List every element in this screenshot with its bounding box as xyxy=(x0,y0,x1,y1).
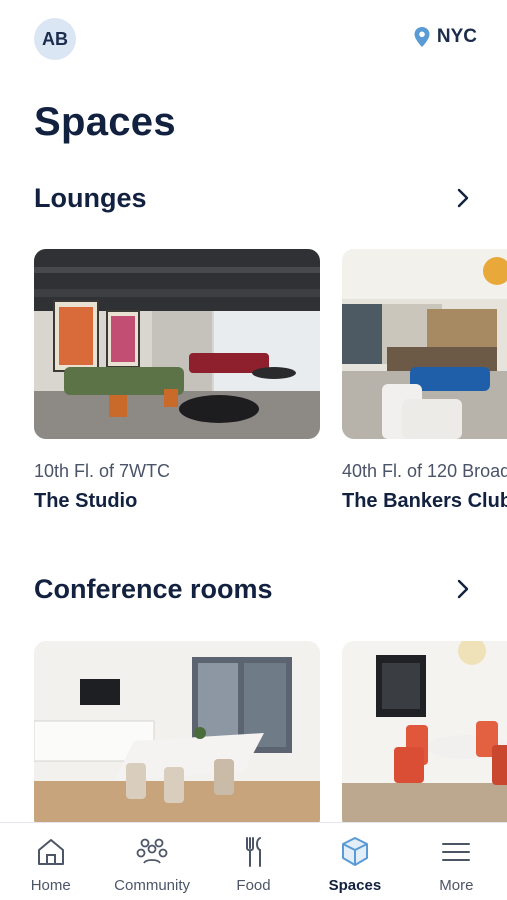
section-header-conference-rooms[interactable]: Conference rooms xyxy=(34,571,474,607)
tab-label: Food xyxy=(236,877,271,894)
section-header-lounges[interactable]: Lounges xyxy=(34,180,474,216)
tab-home[interactable]: Home xyxy=(0,823,101,900)
lounges-carousel[interactable]: 10th Fl. of 7WTC The Studio 40th Fl. of … xyxy=(34,249,507,519)
space-card[interactable] xyxy=(342,641,507,823)
space-photo xyxy=(34,249,320,439)
page-title: Spaces xyxy=(34,100,176,144)
bottom-tab-bar: Home Community Food Spaces More xyxy=(0,822,507,900)
space-floor: 40th Fl. of 120 Broadway xyxy=(342,461,507,481)
tab-label: More xyxy=(439,877,474,894)
tab-label: Community xyxy=(114,877,191,894)
tab-label: Home xyxy=(30,877,71,894)
tab-more[interactable]: More xyxy=(406,823,507,900)
location-pin-icon xyxy=(414,27,430,47)
location-label: NYC xyxy=(436,26,477,47)
chevron-right-icon[interactable] xyxy=(452,187,474,209)
space-photo xyxy=(34,641,320,823)
home-icon xyxy=(37,839,64,865)
space-photo xyxy=(342,641,507,823)
section-title: Lounges xyxy=(34,182,147,213)
tab-community[interactable]: Community xyxy=(101,823,202,900)
space-floor: 10th Fl. of 7WTC xyxy=(34,461,171,481)
tab-food[interactable]: Food xyxy=(203,823,304,900)
space-card[interactable]: 40th Fl. of 120 Broadway The Bankers Clu… xyxy=(342,249,507,513)
location-selector[interactable]: NYC xyxy=(413,26,477,48)
conference-rooms-carousel[interactable] xyxy=(34,641,507,823)
space-card[interactable] xyxy=(34,641,320,823)
chevron-right-icon[interactable] xyxy=(452,578,474,600)
space-name: The Studio xyxy=(34,490,138,512)
community-icon xyxy=(136,838,168,864)
tab-spaces[interactable]: Spaces xyxy=(304,823,405,900)
cube-icon xyxy=(341,837,368,866)
space-photo xyxy=(342,249,507,439)
fork-knife-icon xyxy=(245,837,261,867)
menu-icon xyxy=(442,843,471,861)
avatar[interactable]: AB xyxy=(34,18,76,60)
space-card[interactable]: 10th Fl. of 7WTC The Studio xyxy=(34,249,320,513)
top-bar: AB NYC xyxy=(0,0,507,80)
space-name: The Bankers Club xyxy=(342,490,507,512)
tab-label: Spaces xyxy=(328,877,382,894)
section-title: Conference rooms xyxy=(34,573,273,604)
